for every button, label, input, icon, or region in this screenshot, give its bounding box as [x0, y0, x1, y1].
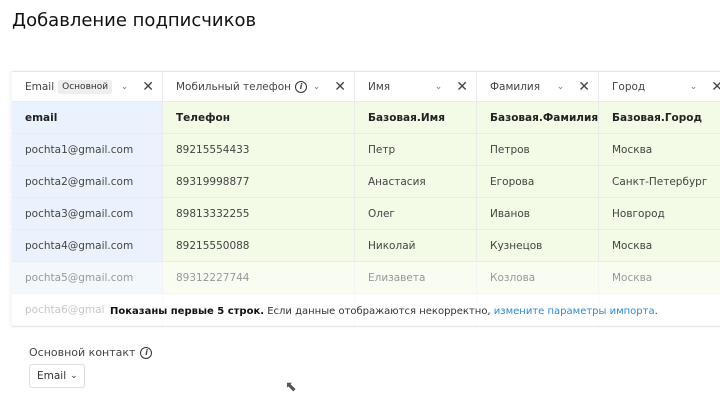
table-cell: Николай — [355, 230, 477, 262]
table-cell: Олег — [355, 198, 477, 230]
close-icon[interactable]: ✕ — [578, 79, 590, 95]
table-cell: pochta3@gmail.com — [12, 198, 163, 230]
chevron-down-icon[interactable]: ⌄ — [313, 82, 321, 92]
notice-text: Если данные отображаются некорректно, — [264, 306, 494, 317]
chevron-down-icon[interactable]: ⌄ — [690, 82, 698, 92]
table-row: pochta1@gmail.com 89215554433 Петр Петров Мо… — [12, 134, 720, 166]
chevron-down-icon[interactable]: ⌄ — [435, 82, 443, 92]
mapping-cell: Базовая.Город — [599, 102, 720, 134]
chevron-down-icon[interactable]: ⌄ — [557, 82, 565, 92]
primary-contact-label: Основной контакт i — [29, 346, 153, 359]
column-label: Город — [612, 80, 646, 93]
column-header-row: Email Основной ⌄ ✕ Мобильный телефон i ⌄ ✕ Имя… — [12, 72, 720, 102]
table-cell: pochta4@gmail.com — [12, 230, 163, 262]
column-label: Email — [25, 80, 55, 93]
table-cell: 89312227744 — [163, 262, 355, 294]
select-value: Email — [37, 370, 67, 382]
import-settings-link[interactable]: измените параметры импорта — [494, 306, 655, 317]
table-cell: 89215554433 — [163, 134, 355, 166]
table-cell: 89215550088 — [163, 230, 355, 262]
column-label: Мобильный телефон — [176, 80, 292, 93]
column-label: Имя — [368, 80, 391, 93]
table-cell: Санкт-Петербург — [599, 166, 720, 198]
close-icon[interactable]: ✕ — [711, 79, 720, 95]
close-icon[interactable]: ✕ — [142, 79, 154, 95]
chevron-down-icon[interactable]: ⌄ — [121, 82, 129, 92]
mapping-cell: Телефон — [163, 102, 355, 134]
table-row: pochta5@gmail.com 89312227744 Елизавета Коз… — [12, 262, 720, 294]
column-header-phone[interactable]: Мобильный телефон i ⌄ ✕ — [163, 72, 355, 102]
close-icon[interactable]: ✕ — [456, 79, 468, 95]
mapping-cell: Базовая.Фамилия — [477, 102, 599, 134]
preview-notice: Показаны первые 5 строк. Если данные ото… — [104, 303, 664, 320]
notice-bold: Показаны первые 5 строк. — [110, 306, 265, 317]
column-header-surname[interactable]: Фамилия ⌄ ✕ — [477, 72, 599, 102]
table-cell: 89813332255 — [163, 198, 355, 230]
import-preview-table: Email Основной ⌄ ✕ Мобильный телефон i ⌄ ✕ Имя… — [12, 71, 720, 327]
table-cell: Москва — [599, 134, 720, 166]
page-title: Добавление подписчиков — [12, 10, 257, 31]
table-cell: Кузнецов — [477, 230, 599, 262]
table-cell: Петров — [477, 134, 599, 166]
mapping-cell: email — [12, 102, 163, 134]
mapping-cell: Базовая.Имя — [355, 102, 477, 134]
notice-end: . — [654, 306, 658, 317]
table-cell: pochta5@gmail.com — [12, 262, 163, 294]
close-icon[interactable]: ✕ — [334, 79, 346, 95]
table-cell: Егорова — [477, 166, 599, 198]
label: Основной контакт — [29, 346, 136, 359]
table-cell: Анастасия — [355, 166, 477, 198]
table-cell: Иванов — [477, 198, 599, 230]
table-cell: Петр — [355, 134, 477, 166]
column-label: Фамилия — [490, 80, 541, 93]
table-cell: Елизавета — [355, 262, 477, 294]
column-header-city[interactable]: Город ⌄ ✕ — [599, 72, 720, 102]
mapping-row: email Телефон Базовая.Имя Базовая.Фамили… — [12, 102, 720, 134]
table-cell: Новгород — [599, 198, 720, 230]
table-row: pochta2@gmail.com 89319998877 Анастасия Его… — [12, 166, 720, 198]
info-icon[interactable]: i — [140, 346, 153, 359]
table-row: pochta3@gmail.com 89813332255 Олег Иванов Но… — [12, 198, 720, 230]
primary-badge: Основной — [58, 79, 113, 94]
table-cell: 89319998877 — [163, 166, 355, 198]
table-cell: pochta1@gmail.com — [12, 134, 163, 166]
column-header-name[interactable]: Имя ⌄ ✕ — [355, 72, 477, 102]
mouse-cursor-icon: ⬉ — [285, 379, 297, 395]
info-icon[interactable]: i — [295, 80, 308, 93]
table-cell: Козлова — [477, 262, 599, 294]
column-header-email[interactable]: Email Основной ⌄ ✕ — [12, 72, 163, 102]
chevron-down-icon: ⌄ — [70, 371, 78, 381]
primary-contact-select[interactable]: Email ⌄ — [29, 364, 85, 388]
table-cell: Москва — [599, 262, 720, 294]
table-cell: Москва — [599, 230, 720, 262]
table-row: pochta4@gmail.com 89215550088 Николай Кузне… — [12, 230, 720, 262]
table-cell: pochta2@gmail.com — [12, 166, 163, 198]
